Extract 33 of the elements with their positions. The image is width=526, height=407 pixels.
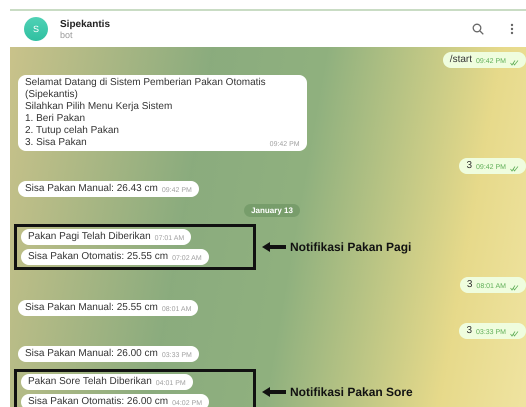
search-icon (472, 23, 484, 35)
message-line: 1. Beri Pakan (25, 113, 86, 125)
message-text: Pakan Sore Telah Diberikan (28, 376, 152, 388)
double-check-icon (510, 331, 519, 337)
message-text: Sisa Pakan Manual: 25.55 cm (25, 302, 158, 314)
avatar[interactable]: S (24, 17, 48, 41)
message-text: Pakan Pagi Telah Diberikan (28, 231, 151, 243)
message-line: 2. Tutup celah Pakan (25, 125, 120, 137)
search-button[interactable] (470, 21, 486, 37)
message-text: Sisa Pakan Otomatis: 26.00 cm (28, 396, 168, 407)
more-icon (510, 23, 514, 35)
message-line: Selamat Datang di Sistem Pemberian Pakan Otomatis (25, 77, 266, 89)
message-text: 3 (466, 160, 472, 172)
message-line: 3. Sisa Pakan (25, 137, 88, 149)
date-badge: January 13 (244, 204, 300, 217)
menu-button[interactable] (508, 21, 516, 37)
message-text: /start (450, 54, 472, 66)
arrow-icon (262, 242, 286, 252)
double-check-icon (510, 285, 519, 291)
message-line: (Sipekantis) (25, 89, 79, 101)
annotation-label: Notifikasi Pakan Sore (290, 385, 413, 399)
message-text: 3 (466, 325, 472, 337)
message-text: Sisa Pakan Manual: 26.00 cm (25, 348, 158, 360)
message-text: 3 (466, 279, 472, 291)
message-text: Sisa Pakan Manual: 26.43 cm (25, 183, 158, 195)
chat-status: bot (60, 30, 74, 40)
annotation-label: Notifikasi Pakan Pagi (290, 240, 412, 254)
double-check-icon (510, 60, 519, 66)
chat-name: Sipekantis (60, 18, 112, 30)
message-line: Silahkan Pilih Menu Kerja Sistem (25, 101, 174, 113)
message-text: Sisa Pakan Otomatis: 25.55 cm (28, 251, 168, 263)
arrow-icon (262, 387, 286, 397)
double-check-icon (510, 166, 519, 172)
